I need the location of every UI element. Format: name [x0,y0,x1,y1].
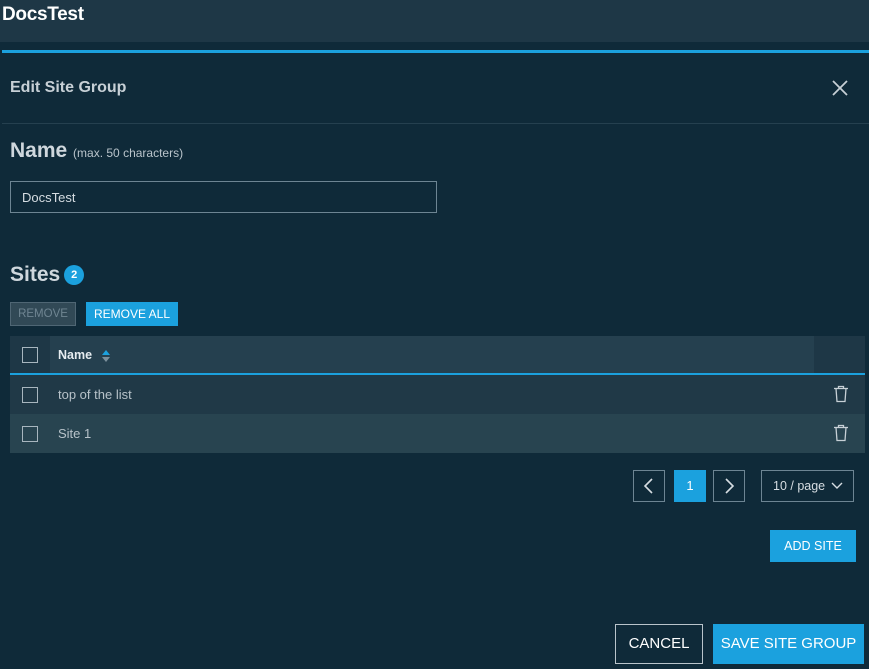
trash-icon[interactable] [833,424,849,442]
site-name-cell: top of the list [58,387,132,402]
modal-header: Edit Site Group [2,53,869,124]
previous-page-button[interactable] [633,470,665,502]
trash-icon[interactable] [833,385,849,403]
name-input[interactable] [10,181,437,213]
top-bar: DocsTest [0,0,869,42]
sort-icon[interactable] [101,349,111,363]
chevron-left-icon [643,478,653,494]
next-page-button[interactable] [713,470,745,502]
row-checkbox[interactable] [22,426,38,442]
row-checkbox[interactable] [22,387,38,403]
save-site-group-button[interactable]: SAVE SITE GROUP [713,624,864,664]
chevron-right-icon [725,478,735,494]
name-label: Name [10,139,68,162]
page-size-select[interactable]: 10 / page [761,470,854,502]
cancel-button[interactable]: CANCEL [615,624,703,664]
app-title: DocsTest [2,4,84,25]
chevron-down-icon [831,482,843,489]
page-size-value: 10 / page [773,479,826,493]
add-site-button[interactable]: ADD SITE [770,530,856,562]
close-icon[interactable] [829,77,851,99]
remove-all-button[interactable]: REMOVE ALL [86,302,178,326]
site-name-cell: Site 1 [58,426,92,441]
table-row: Site 1 [10,414,865,453]
remove-button[interactable]: REMOVE [10,302,76,326]
sites-table: Name top of the list Site 1 [10,336,865,453]
edit-site-group-modal: Edit Site Group Name (max. 50 characters… [2,53,869,669]
sites-section-label: Sites 2 [10,263,85,287]
select-all-checkbox[interactable] [22,347,38,363]
name-hint: (max. 50 characters) [73,146,184,160]
modal-title: Edit Site Group [10,79,127,96]
sites-label: Sites [10,263,61,286]
table-row: top of the list [10,375,865,414]
page-1-button[interactable]: 1 [674,470,706,502]
name-section-label: Name (max. 50 characters) [10,139,183,163]
sites-count-badge: 2 [64,265,85,285]
table-header: Name [10,336,865,375]
name-column-header-bg [50,336,814,373]
name-column-header[interactable]: Name [58,348,92,362]
